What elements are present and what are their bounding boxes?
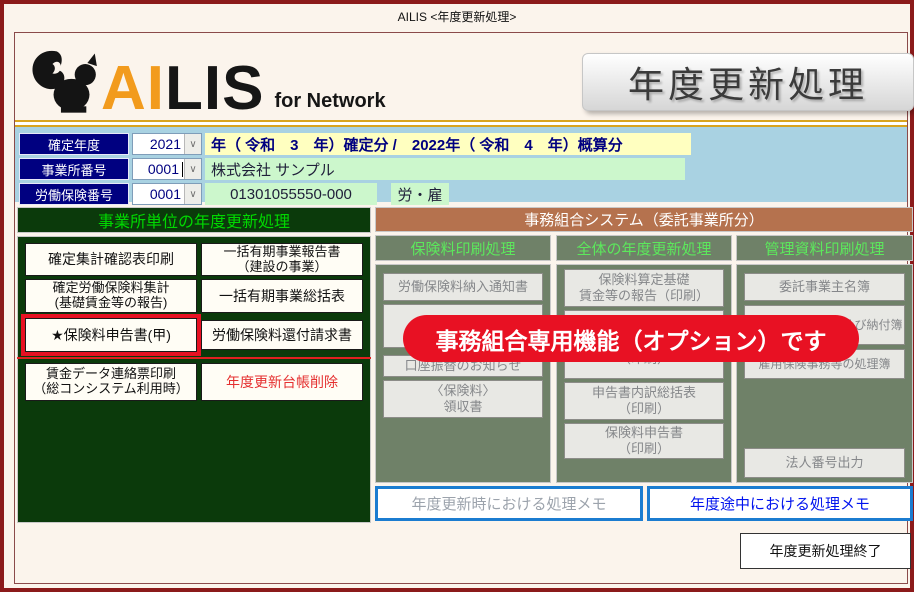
button-kakutei-rodo-hokenryo-shukei[interactable]: 確定労働保険料集計 (基礎賃金等の報告)	[25, 279, 197, 313]
button-kakutei-shukei-print[interactable]: 確定集計確認表印刷	[25, 243, 197, 276]
button-santei-kiso-chingin-print[interactable]: 保険料算定基礎 賃金等の報告（印刷）	[564, 269, 724, 307]
gold-separator	[15, 120, 907, 127]
button-hokenryo-shinkokusho-ko[interactable]: ★保険料申告書(甲)	[25, 318, 197, 352]
main-window: AILIS for Network 年度更新処理 確定年度 2021 ∨ 年（ …	[14, 32, 914, 584]
button-nonyu-tsuchisho[interactable]: 労働保険料納入通知書	[383, 273, 543, 301]
ailis-logo: AILIS for Network	[23, 41, 386, 124]
labor-insurance-select[interactable]: 0001 ∨	[132, 183, 202, 205]
button-itaku-jigyonushi-meibo[interactable]: 委託事業主名簿	[744, 273, 905, 301]
insurance-type-tag: 労・雇	[391, 183, 449, 205]
office-panel-header: 事業所単位の年度更新処理	[17, 207, 371, 233]
highlight-red-frame: ★保険料申告書(甲)	[21, 314, 201, 356]
red-divider	[17, 357, 371, 359]
window-title: AILIS <年度更新処理>	[397, 10, 517, 24]
page-title: 年度更新処理	[582, 53, 914, 111]
label-labor-insurance-number: 労働保険番号	[19, 183, 129, 205]
labor-insurance-number: 01301055550-000	[205, 183, 377, 205]
button-kanpu-seikyusho[interactable]: 労働保険料還付請求書	[201, 320, 363, 350]
logo-wordmark: AILIS	[101, 54, 265, 124]
button-hojin-bango-output[interactable]: 法人番号出力	[744, 448, 905, 478]
button-hokenryo-ryoshusho[interactable]: 〈保険料〉 領収書	[383, 380, 543, 418]
button-ikkatsu-yuki-sokatsuhyo[interactable]: 一括有期事業総括表	[201, 279, 363, 313]
button-shinkokusho-uchiwake-sokatsuhyo[interactable]: 申告書内訳総括表 （印刷）	[564, 382, 724, 420]
option-feature-banner: 事務組合専用機能（オプション）です	[403, 315, 859, 362]
text-cursor	[182, 161, 183, 177]
button-hokenryo-shinkokusho-print[interactable]: 保険料申告書 （印刷）	[564, 423, 724, 459]
fiscal-year-description: 年（ 令和 3 年）確定分 / 2022年（ 令和 4 年）概算分	[205, 133, 691, 155]
button-daicho-sakujo[interactable]: 年度更新台帳削除	[201, 363, 363, 401]
memo-button-nendo-koshin[interactable]: 年度更新時における処理メモ	[375, 486, 643, 521]
logo-subtitle: for Network	[274, 90, 386, 112]
button-ikkatsu-yuki-hokokusho[interactable]: 一括有期事業報告書 （建設の事業）	[201, 243, 363, 276]
office-number-select[interactable]: 0001 ∨	[132, 158, 202, 180]
fiscal-year-select[interactable]: 2021 ∨	[132, 133, 202, 155]
button-chingin-data-renrakuhyo[interactable]: 賃金データ連絡票印刷 （総コンシステム利用時）	[25, 363, 197, 401]
label-office-number: 事業所番号	[19, 158, 129, 180]
exit-button[interactable]: 年度更新処理終了	[740, 533, 911, 569]
column-header-hokenryo-print: 保険料印刷処理	[375, 235, 551, 261]
column-header-kanri-shiryo: 管理資料印刷処理	[736, 235, 913, 261]
memo-button-nendo-tochu[interactable]: 年度途中における処理メモ	[647, 486, 913, 521]
selection-form: 確定年度 2021 ∨ 年（ 令和 3 年）確定分 / 2022年（ 令和 4 …	[15, 127, 907, 205]
jimukumiai-panel-header: 事務組合システム（委託事業所分）	[375, 207, 913, 232]
squirrel-logo-icon	[32, 50, 97, 113]
chevron-down-icon[interactable]: ∨	[184, 184, 201, 204]
chevron-down-icon[interactable]: ∨	[184, 159, 201, 179]
column-header-zentai-koshin: 全体の年度更新処理	[556, 235, 732, 261]
label-fiscal-year: 確定年度	[19, 133, 129, 155]
chevron-down-icon[interactable]: ∨	[184, 134, 201, 154]
company-name: 株式会社 サンプル	[205, 158, 685, 180]
